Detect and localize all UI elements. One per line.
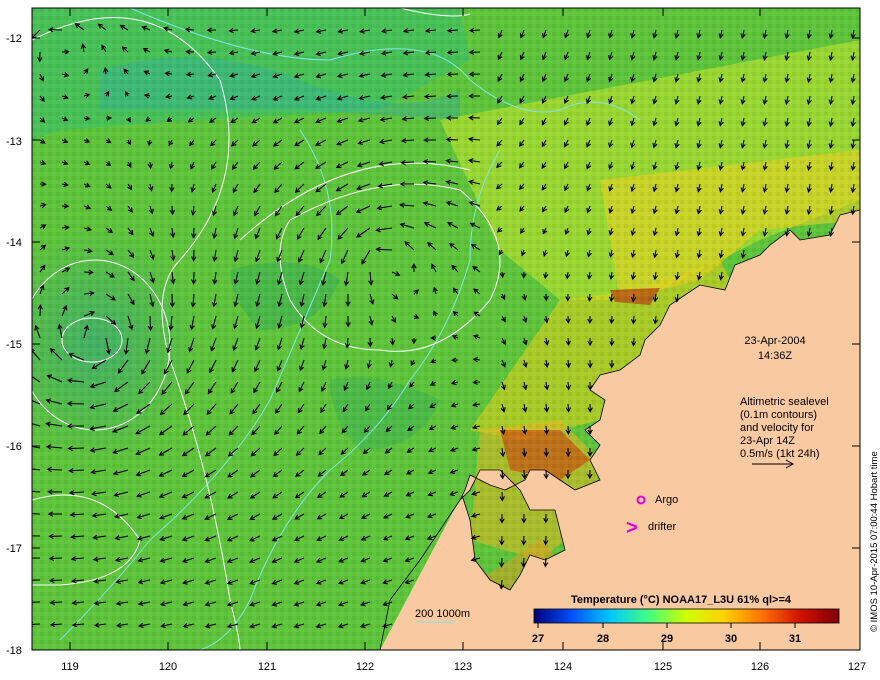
x-tick-label: 125 xyxy=(654,661,672,673)
map-time: 14:36Z xyxy=(758,350,793,362)
y-tick-label: -12 xyxy=(6,33,22,45)
x-tick-label: 121 xyxy=(258,661,276,673)
x-tick-label: 127 xyxy=(848,661,866,673)
colorbar-tick-label: 27 xyxy=(532,633,544,645)
x-tick-label: 122 xyxy=(356,661,374,673)
colorbar-tick-label: 28 xyxy=(597,633,609,645)
credit-text: © IMOS 10-Apr-2015 07:00:44 Hobart time xyxy=(869,451,880,632)
legend-note-line: (0.1m contours) xyxy=(740,409,817,421)
drifter-icon: > xyxy=(626,517,638,539)
colorbar xyxy=(533,608,840,624)
y-tick-label: -14 xyxy=(6,237,22,249)
colorbar-tick-label: 29 xyxy=(661,633,673,645)
colorbar-tick-label: 30 xyxy=(725,633,737,645)
sst-map: -12 -13 -14 -15 -16 -17 -18 119 120 121 … xyxy=(6,7,880,673)
y-tick-label: -15 xyxy=(6,339,22,351)
drifter-label: drifter xyxy=(648,521,676,533)
legend-note-line: 23-Apr 14Z xyxy=(740,435,795,447)
legend-note-line: Altimetric sealevel xyxy=(740,396,829,408)
isobath-legend-label: 200 1000m xyxy=(415,608,470,620)
colorbar-title: Temperature (°C) NOAA17_L3U 61% ql>=4 xyxy=(571,594,792,606)
legend-note-line: 0.5m/s (1kt 24h) xyxy=(740,448,819,460)
x-tick-label: 120 xyxy=(159,661,177,673)
colorbar-tick-label: 31 xyxy=(789,633,801,645)
legend-note-line: and velocity for xyxy=(740,422,814,434)
y-tick-label: -18 xyxy=(6,645,22,657)
map-date: 23-Apr-2004 xyxy=(744,335,805,347)
y-tick-label: -17 xyxy=(6,543,22,555)
y-tick-label: -13 xyxy=(6,136,22,148)
x-tick-label: 124 xyxy=(554,661,572,673)
argo-label: Argo xyxy=(655,494,678,506)
x-tick-label: 119 xyxy=(61,661,79,673)
x-tick-label: 126 xyxy=(751,661,769,673)
x-tick-label: 123 xyxy=(454,661,472,673)
plot-area xyxy=(32,8,860,650)
y-tick-label: -16 xyxy=(6,441,22,453)
